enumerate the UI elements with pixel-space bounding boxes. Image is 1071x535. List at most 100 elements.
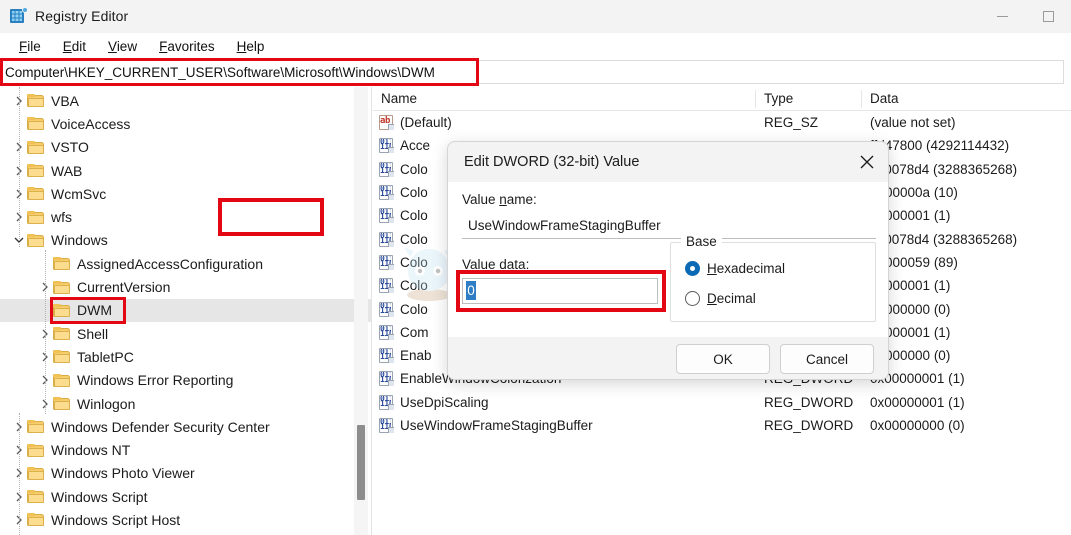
dword-value-icon: 011110: [378, 185, 394, 201]
folder-icon: [27, 187, 44, 201]
value-data-selection: 0: [466, 281, 476, 300]
folder-icon: [27, 94, 44, 108]
menu-view[interactable]: View: [97, 37, 148, 56]
cancel-button[interactable]: Cancel: [780, 344, 874, 374]
column-header-type[interactable]: Type: [756, 87, 862, 111]
tree-item-vba[interactable]: VBA: [0, 89, 371, 112]
tree-guide-line: [19, 413, 20, 535]
value-name-text: (Default): [400, 115, 452, 131]
radio-decimal[interactable]: Decimal: [685, 291, 756, 306]
value-data-input[interactable]: [462, 278, 658, 304]
window-title: Registry Editor: [35, 8, 129, 24]
tree-item-label: VBA: [51, 92, 80, 109]
address-bar-input[interactable]: Computer\HKEY_CURRENT_USER\Software\Micr…: [1, 60, 1064, 84]
tree-item-currentversion[interactable]: CurrentVersion: [0, 275, 371, 298]
tree-item-label: CurrentVersion: [77, 279, 171, 296]
tree-item-label: VSTO: [51, 139, 89, 156]
cell-data: 00000001 (1): [870, 324, 951, 340]
cell-type: REG_SZ: [764, 115, 819, 131]
tree-item-vsto[interactable]: VSTO: [0, 136, 371, 159]
tree-item-windows-search[interactable]: Windows Search: [0, 532, 371, 535]
dword-value-icon: 011110: [378, 278, 394, 294]
tree-item-wab[interactable]: WAB: [0, 159, 371, 182]
cell-data: 00000001 (1): [870, 278, 951, 294]
value-name-text: Acce: [400, 138, 431, 154]
values-list-header: Name Type Data: [373, 87, 1071, 111]
cell-data: 0000000a (10): [870, 185, 958, 201]
cell-data: 00000000 (0): [870, 301, 951, 317]
cell-data: 0x00000001 (1): [870, 371, 965, 387]
table-row[interactable]: 011110 UseDpiScaling REG_DWORD 0x00000001 (…: [373, 391, 1071, 414]
table-row[interactable]: ab (Default) REG_SZ (value not set): [373, 111, 1071, 134]
tree-item-assignedaccessconfiguration[interactable]: AssignedAccessConfiguration: [0, 252, 371, 275]
tree-item-windows-script-host[interactable]: Windows Script Host: [0, 508, 371, 531]
tree-item-label: Windows Script: [51, 488, 148, 505]
dialog-footer: OK Cancel: [448, 337, 888, 379]
tree-item-label: WcmSvc: [51, 185, 107, 202]
tree-item-voiceaccess[interactable]: VoiceAccess: [0, 112, 371, 135]
radio-hexadecimal[interactable]: Hexadecimal: [685, 261, 785, 276]
folder-icon: [53, 280, 70, 294]
tree-item-windows-script[interactable]: Windows Script: [0, 485, 371, 508]
dword-value-icon: 011110: [378, 254, 394, 270]
tree-item-tabletpc[interactable]: TabletPC: [0, 345, 371, 368]
folder-icon: [27, 117, 44, 131]
value-name-text: UseWindowFrameStagingBuffer: [400, 418, 593, 433]
table-row[interactable]: 011110 UseWindowFrameStagingBuffer REG_DWO…: [373, 414, 1071, 437]
tree-item-windows-defender-security-center[interactable]: Windows Defender Security Center: [0, 415, 371, 438]
tree-item-label: Shell: [77, 325, 109, 342]
tree-item-label: TabletPC: [77, 348, 134, 365]
registry-tree: VBA VoiceAccess VSTO WAB WcmSvc wfs Windows Ass…: [0, 87, 371, 535]
menu-file[interactable]: File: [8, 37, 52, 56]
menu-help[interactable]: Help: [226, 37, 276, 56]
dword-value-icon: 011110: [378, 394, 394, 410]
string-value-icon: ab: [378, 115, 394, 131]
tree-item-wfs[interactable]: wfs: [0, 205, 371, 228]
edit-dword-dialog: Edit DWORD (32-bit) Value Value name: Va…: [447, 141, 889, 380]
value-name-text: Colo: [400, 161, 428, 177]
cell-data: ffd47800 (4292114432): [870, 138, 1010, 154]
tree-item-windows-nt[interactable]: Windows NT: [0, 438, 371, 461]
base-group-legend: Base: [681, 234, 722, 249]
folder-icon: [27, 420, 44, 434]
tree-item-windows[interactable]: Windows: [0, 229, 371, 252]
tree-item-windows-error-reporting[interactable]: Windows Error Reporting: [0, 369, 371, 392]
cell-data: 00000001 (1): [870, 208, 951, 224]
dword-value-icon: 011110: [378, 418, 394, 433]
dword-value-icon: 011110: [378, 208, 394, 224]
tree-item-winlogon[interactable]: Winlogon: [0, 392, 371, 415]
tree-vertical-scrollbar[interactable]: [354, 87, 368, 535]
ok-button[interactable]: OK: [676, 344, 770, 374]
registry-editor-icon: [10, 7, 28, 24]
cell-type: REG_DWORD: [764, 394, 854, 410]
maximize-button[interactable]: [1025, 0, 1071, 33]
dialog-close-button[interactable]: [844, 142, 888, 182]
value-name-text: Colo: [400, 301, 428, 317]
folder-icon: [27, 233, 44, 247]
tree-item-dwm[interactable]: DWM: [0, 298, 371, 322]
tree-item-label: VoiceAccess: [51, 115, 131, 132]
value-name-text: Enab: [400, 348, 432, 364]
menu-favorites[interactable]: Favorites: [148, 37, 226, 56]
folder-icon: [53, 397, 70, 410]
folder-icon: [27, 140, 44, 154]
minimize-button[interactable]: [979, 0, 1025, 33]
folder-icon: [53, 303, 70, 317]
menu-edit[interactable]: Edit: [52, 37, 97, 56]
registry-tree-pane: VBA VoiceAccess VSTO WAB WcmSvc wfs Windows Ass…: [0, 87, 372, 535]
dword-value-icon: 011110: [378, 161, 394, 177]
tree-item-label: Windows Defender Security Center: [51, 418, 270, 435]
value-name-input[interactable]: [462, 213, 876, 239]
column-header-name[interactable]: Name: [373, 87, 756, 111]
tree-item-shell[interactable]: Shell: [0, 322, 371, 345]
column-header-data[interactable]: Data: [862, 87, 1071, 111]
tree-item-wcmsvc[interactable]: WcmSvc: [0, 182, 371, 205]
tree-item-windows-photo-viewer[interactable]: Windows Photo Viewer: [0, 462, 371, 485]
folder-icon: [53, 257, 70, 271]
base-group: Base Hexadecimal Decimal: [670, 234, 876, 322]
folder-icon: [53, 327, 70, 341]
folder-icon: [27, 513, 44, 527]
tree-scrollbar-thumb[interactable]: [357, 425, 365, 500]
radio-hexadecimal-label: Hexadecimal: [707, 261, 786, 276]
dword-value-icon: 011110: [378, 348, 394, 364]
